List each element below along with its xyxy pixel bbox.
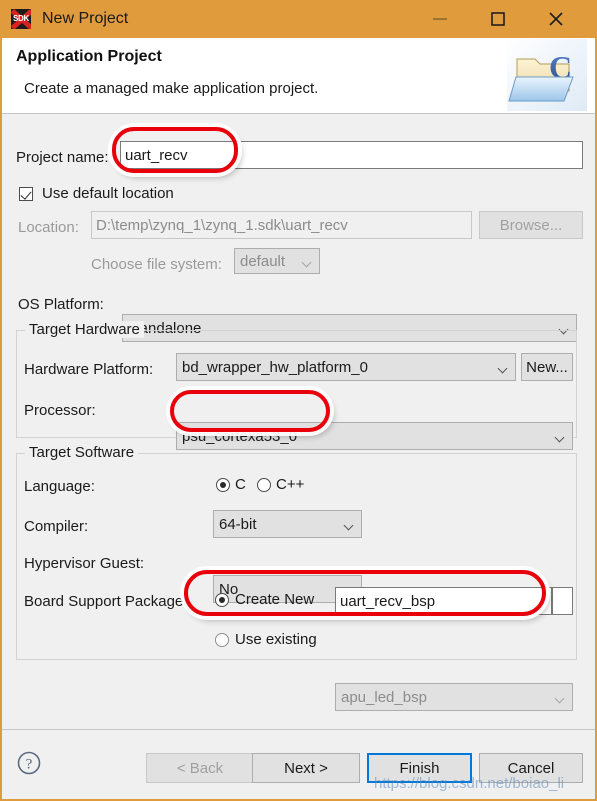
browse-button[interactable]: Browse... [479, 211, 583, 239]
bsp-create-new-input-tail[interactable] [552, 587, 573, 615]
help-question-icon[interactable]: ? [16, 750, 42, 781]
os-platform-label: OS Platform: [18, 296, 104, 313]
processor-value: psu_cortexa53_0 [182, 427, 298, 445]
bsp-create-new-radio[interactable] [215, 592, 229, 607]
chevron-down-icon [556, 434, 565, 439]
bsp-create-new-label: Create New [235, 591, 315, 608]
new-project-dialog: SDK New Project Application Project Crea… [0, 0, 597, 801]
dialog-header: Application Project Create a managed mak… [2, 38, 595, 114]
c-project-folder-icon: C [507, 39, 587, 111]
bsp-use-existing-combo[interactable]: apu_led_bsp [335, 683, 573, 711]
bsp-create-new-radio-row[interactable]: Create New [215, 591, 314, 608]
compiler-value: 64-bit [219, 515, 257, 533]
bsp-create-new-input[interactable]: uart_recv_bsp [335, 587, 552, 615]
chevron-down-icon [345, 522, 354, 527]
language-label: Language: [24, 478, 95, 495]
language-radio-c-label: C [235, 476, 246, 493]
new-hardware-platform-button[interactable]: New... [521, 353, 573, 381]
title-bar: SDK New Project [2, 0, 595, 38]
minimize-icon[interactable] [417, 0, 463, 38]
hardware-platform-combo[interactable]: bd_wrapper_hw_platform_0 [176, 353, 516, 381]
page-title: Application Project [16, 48, 162, 65]
language-radio-c[interactable]: C [216, 476, 246, 493]
close-icon[interactable] [533, 0, 579, 38]
target-software-group: Target Software Language: C C++ Compiler… [16, 444, 577, 711]
language-radio-c-button[interactable] [216, 477, 230, 492]
choose-file-system-combo[interactable]: default [234, 248, 320, 274]
project-name-label: Project name: [16, 149, 109, 166]
language-radio-cpp-button[interactable] [257, 477, 271, 492]
next-button[interactable]: Next > [252, 753, 360, 783]
board-support-package-label: Board Support Package: [24, 593, 188, 610]
sdk-icon-label: SDK [13, 14, 29, 23]
page-subtitle: Create a managed make application projec… [24, 80, 319, 97]
sdk-app-icon: SDK [11, 9, 31, 29]
target-software-title: Target Software [25, 444, 139, 461]
bsp-use-existing-radio[interactable] [215, 632, 229, 647]
bsp-use-existing-label: Use existing [235, 631, 317, 648]
finish-button[interactable]: Finish [367, 753, 472, 783]
use-default-location-row[interactable]: Use default location [19, 185, 174, 202]
hardware-platform-label: Hardware Platform: [24, 361, 154, 378]
window-title: New Project [42, 10, 129, 27]
use-default-location-checkbox[interactable] [19, 186, 33, 201]
compiler-combo[interactable]: 64-bit [213, 510, 362, 538]
choose-file-system-label: Choose file system: [91, 256, 222, 273]
bsp-use-existing-value: apu_led_bsp [341, 688, 427, 706]
compiler-label: Compiler: [24, 518, 89, 535]
choose-file-system-value: default [240, 252, 286, 270]
processor-combo[interactable]: psu_cortexa53_0 [176, 422, 573, 450]
maximize-icon[interactable] [475, 0, 521, 38]
chevron-down-icon [499, 365, 508, 370]
processor-label: Processor: [24, 402, 96, 419]
back-button[interactable]: < Back [146, 753, 254, 783]
location-label: Location: [18, 219, 79, 236]
use-default-location-label: Use default location [42, 185, 174, 202]
language-radio-cpp-label: C++ [276, 476, 305, 493]
dialog-footer: ? < Back Next > Finish Cancel [2, 729, 595, 797]
svg-text:?: ? [26, 757, 33, 773]
hypervisor-guest-label: Hypervisor Guest: [24, 555, 145, 572]
target-hardware-group: Target Hardware Hardware Platform: bd_wr… [16, 321, 577, 450]
cancel-button[interactable]: Cancel [479, 753, 583, 783]
location-input[interactable]: D:\temp\zynq_1\zynq_1.sdk\uart_recv [91, 211, 472, 239]
hardware-platform-value: bd_wrapper_hw_platform_0 [182, 358, 368, 376]
dialog-body: Project name: uart_recv Use default loca… [2, 115, 595, 728]
project-name-input[interactable]: uart_recv [120, 141, 583, 169]
chevron-down-icon [556, 695, 565, 700]
target-hardware-title: Target Hardware [25, 321, 144, 338]
chevron-down-icon [303, 259, 312, 264]
language-radio-cpp[interactable]: C++ [257, 476, 304, 493]
bsp-use-existing-radio-row[interactable]: Use existing [215, 631, 317, 648]
